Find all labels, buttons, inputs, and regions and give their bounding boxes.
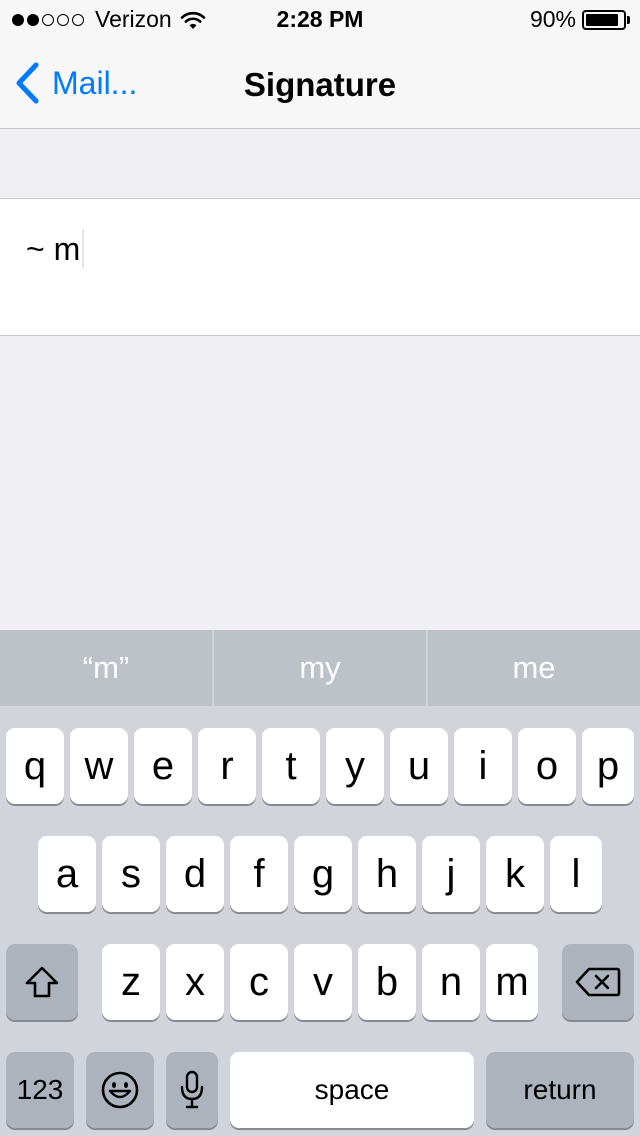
key-h[interactable]: h xyxy=(358,836,416,912)
prediction-me[interactable]: me xyxy=(428,630,640,706)
key-m[interactable]: m xyxy=(486,944,538,1020)
shift-arrow-icon xyxy=(25,966,59,998)
key-u[interactable]: u xyxy=(390,728,448,804)
predictive-bar: “m” my me xyxy=(0,630,640,706)
space-key[interactable]: space xyxy=(230,1052,474,1128)
key-y[interactable]: y xyxy=(326,728,384,804)
prediction-my[interactable]: my xyxy=(214,630,426,706)
battery-fill xyxy=(586,13,619,26)
key-w[interactable]: w xyxy=(70,728,128,804)
delete-key[interactable] xyxy=(562,944,634,1020)
key-q[interactable]: q xyxy=(6,728,64,804)
key-n[interactable]: n xyxy=(422,944,480,1020)
numbers-key[interactable]: 123 xyxy=(6,1052,74,1128)
key-l[interactable]: l xyxy=(550,836,602,912)
dictation-key[interactable] xyxy=(166,1052,218,1128)
key-p[interactable]: p xyxy=(582,728,634,804)
key-c[interactable]: c xyxy=(230,944,288,1020)
signature-text: ~ m xyxy=(26,229,85,269)
battery-icon xyxy=(582,9,626,30)
backspace-icon xyxy=(575,967,621,997)
key-x[interactable]: x xyxy=(166,944,224,1020)
key-b[interactable]: b xyxy=(358,944,416,1020)
key-a[interactable]: a xyxy=(38,836,96,912)
key-s[interactable]: s xyxy=(102,836,160,912)
key-e[interactable]: e xyxy=(134,728,192,804)
key-f[interactable]: f xyxy=(230,836,288,912)
page-title: Signature xyxy=(243,66,397,103)
status-bar: Verizon 2:28 PM 90% xyxy=(0,0,640,40)
status-right: 90% xyxy=(530,6,630,33)
key-g[interactable]: g xyxy=(294,836,352,912)
prediction-quoted[interactable]: “m” xyxy=(0,630,212,706)
keyboard: q w e r t y u i o p a s d f g h j k l z … xyxy=(0,706,640,1136)
emoji-key[interactable] xyxy=(86,1052,154,1128)
battery-cap xyxy=(627,15,630,24)
key-k[interactable]: k xyxy=(486,836,544,912)
key-j[interactable]: j xyxy=(422,836,480,912)
shift-key[interactable] xyxy=(6,944,78,1020)
emoji-smiley-icon xyxy=(101,1071,139,1109)
signature-text-area[interactable]: ~ m xyxy=(0,198,640,336)
key-t[interactable]: t xyxy=(262,728,320,804)
key-z[interactable]: z xyxy=(102,944,160,1020)
text-cursor xyxy=(82,229,85,269)
key-i[interactable]: i xyxy=(454,728,512,804)
key-v[interactable]: v xyxy=(294,944,352,1020)
key-o[interactable]: o xyxy=(518,728,576,804)
key-d[interactable]: d xyxy=(166,836,224,912)
signature-value: ~ m xyxy=(26,230,81,267)
key-r[interactable]: r xyxy=(198,728,256,804)
navigation-bar: Mail... Signature xyxy=(0,40,640,129)
return-key[interactable]: return xyxy=(486,1052,634,1128)
battery-percent: 90% xyxy=(529,6,576,32)
microphone-icon xyxy=(180,1070,204,1109)
